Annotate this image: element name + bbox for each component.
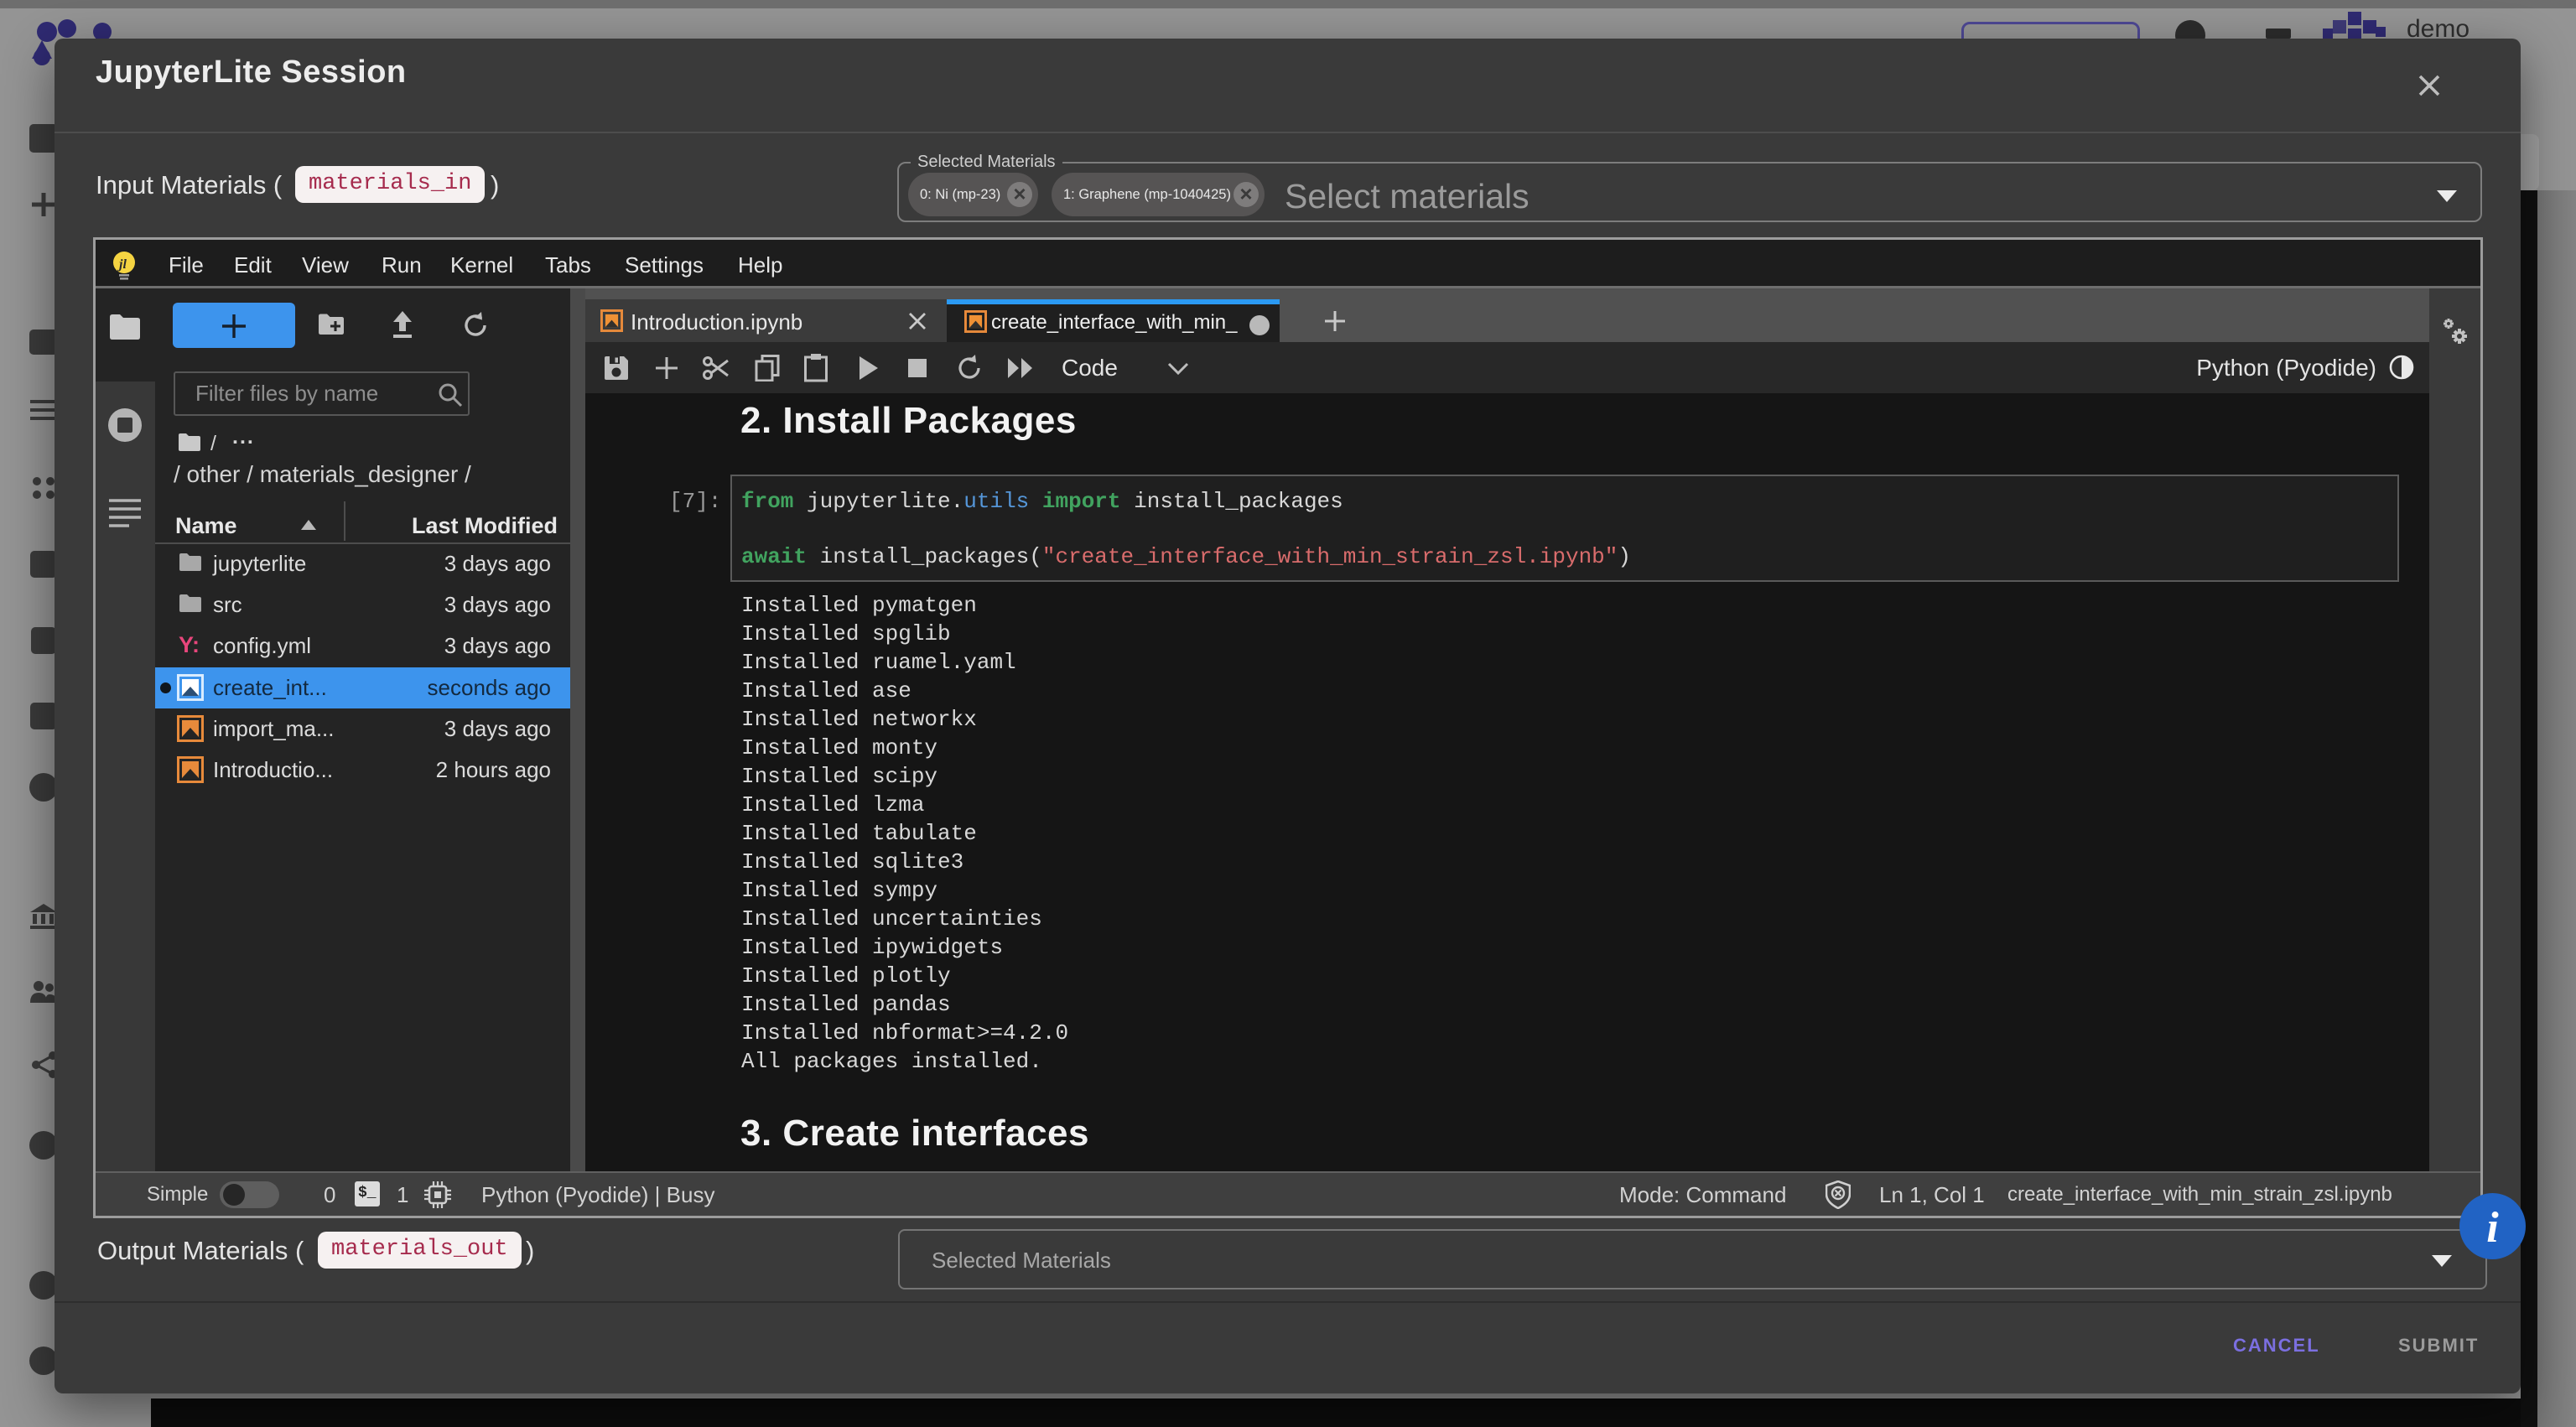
svg-text:demo: demo xyxy=(2407,15,2470,39)
